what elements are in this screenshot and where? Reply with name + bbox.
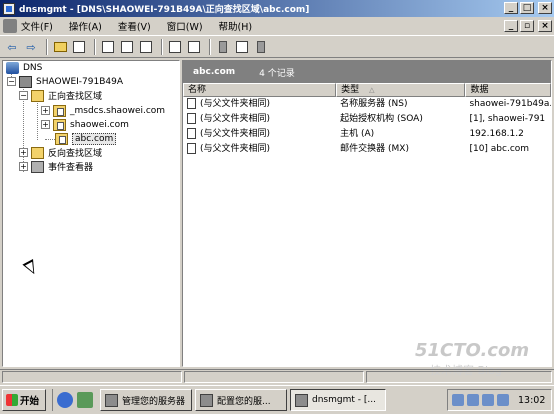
toolbar-separator <box>161 39 163 55</box>
record-icon <box>187 128 196 139</box>
help-icon[interactable] <box>167 39 183 55</box>
taskbar: 开始 管理您的服务器 配置您的服... dnsmgmt - [... 13:02 <box>0 385 554 414</box>
server-icon <box>200 393 213 407</box>
tree-zone-msdcs[interactable]: + _msdcs.shaowei.com <box>41 104 165 117</box>
dns-icon <box>6 61 19 74</box>
record-icon <box>187 98 196 109</box>
folder-icon <box>31 89 44 102</box>
zone-icon <box>55 132 68 145</box>
toolbar-separator <box>94 39 96 55</box>
tree-forward-zones[interactable]: − 正向查找区域 <box>19 89 102 102</box>
table-row[interactable]: (与父文件夹相同) 邮件交换器 (MX) [10] abc.com <box>183 142 551 157</box>
status-cell <box>184 371 364 383</box>
clock[interactable]: 13:02 <box>518 395 545 406</box>
volume-icon[interactable] <box>467 394 479 406</box>
menu-window[interactable]: 窗口(W) <box>167 19 203 33</box>
child-close-button[interactable]: × <box>538 20 552 32</box>
column-header-type[interactable]: 类型 △ <box>336 83 466 97</box>
show-desktop-icon[interactable] <box>77 392 93 408</box>
record-icon <box>187 113 196 124</box>
details-header: abc.com 4 个记录 <box>183 61 551 83</box>
folder-icon <box>31 146 44 159</box>
menu-file[interactable]: 文件(F) <box>21 19 53 33</box>
column-header-name[interactable]: 名称 <box>183 83 337 97</box>
dns-app-icon <box>3 2 15 15</box>
tree-root-dns[interactable]: DNS <box>6 61 42 74</box>
status-cell <box>366 371 552 383</box>
back-arrow-icon[interactable]: ⇦ <box>4 39 20 55</box>
system-tray: 13:02 <box>447 389 552 411</box>
table-row[interactable]: (与父文件夹相同) 主机 (A) 192.168.1.2 <box>183 127 551 142</box>
update-icon[interactable] <box>497 394 509 406</box>
taskbar-button-manage-server[interactable]: 管理您的服务器 <box>100 389 192 411</box>
record-icon[interactable] <box>234 39 250 55</box>
server-icon <box>105 393 118 407</box>
close-button[interactable]: × <box>538 2 552 14</box>
status-cell <box>2 371 182 383</box>
windows-flag-icon <box>6 394 18 406</box>
console-tree[interactable]: DNS − SHAOWEI-791B49A − 正向查找区域 + _msdcs.… <box>2 60 180 367</box>
start-button[interactable]: 开始 <box>2 389 46 411</box>
properties-icon[interactable] <box>100 39 116 55</box>
show-tree-icon[interactable] <box>71 39 87 55</box>
server-icon[interactable] <box>215 39 231 55</box>
security-icon[interactable] <box>482 394 494 406</box>
collapse-toggle[interactable]: − <box>19 91 28 100</box>
expand-toggle[interactable]: + <box>19 162 28 171</box>
event-log-icon <box>31 160 44 173</box>
window-title: dnsmgmt - [DNS\SHAOWEI-791B49A\正向查找区域\ab… <box>19 5 310 15</box>
collapse-toggle[interactable]: − <box>7 77 16 86</box>
record-count: 4 个记录 <box>259 68 295 79</box>
details-pane: abc.com 4 个记录 名称 类型 △ 数据 (与父文件夹相同) 名称服务器 … <box>182 60 552 367</box>
tree-zone-abc-selected[interactable]: abc.com <box>55 132 117 145</box>
menu-help[interactable]: 帮助(H) <box>219 19 253 33</box>
network-icon[interactable] <box>452 394 464 406</box>
tree-zone-shaowei[interactable]: + shaowei.com <box>41 118 129 131</box>
taskbar-button-configure-server[interactable]: 配置您的服... <box>195 389 287 411</box>
dns-icon <box>295 393 308 407</box>
title-bar: dnsmgmt - [DNS\SHAOWEI-791B49A\正向查找区域\ab… <box>0 0 554 17</box>
menu-view[interactable]: 查看(V) <box>118 19 151 33</box>
expand-toggle[interactable]: + <box>41 120 50 129</box>
tree-server[interactable]: − SHAOWEI-791B49A <box>7 75 123 88</box>
export-list-icon[interactable] <box>138 39 154 55</box>
record-icon <box>187 143 196 154</box>
maximize-button[interactable]: □ <box>520 2 534 14</box>
tree-reverse-zones[interactable]: + 反向查找区域 <box>19 146 102 159</box>
sort-ascending-icon: △ <box>369 86 375 94</box>
column-header-data[interactable]: 数据 <box>465 83 551 97</box>
server-icon <box>19 75 32 88</box>
zone-icon <box>53 104 66 117</box>
menu-bar: 文件(F) 操作(A) 查看(V) 窗口(W) 帮助(H) _ ▫ × <box>0 17 554 36</box>
zone-icon <box>53 118 66 131</box>
forward-arrow-icon[interactable]: ⇨ <box>23 39 39 55</box>
show-hide-console-icon[interactable] <box>186 39 202 55</box>
minimize-button[interactable]: _ <box>504 2 518 14</box>
menu-action[interactable]: 操作(A) <box>69 19 102 33</box>
toolbar: ⇦ ⇨ <box>0 37 554 58</box>
domain-icon[interactable] <box>253 39 269 55</box>
expand-toggle[interactable]: + <box>41 106 50 115</box>
toolbar-separator <box>46 39 48 55</box>
mouse-cursor-icon <box>22 259 40 277</box>
child-restore-button[interactable]: ▫ <box>520 20 534 32</box>
column-headers: 名称 类型 △ 数据 <box>183 83 551 97</box>
taskbar-button-dnsmgmt[interactable]: dnsmgmt - [... <box>290 389 386 411</box>
tree-event-viewer[interactable]: + 事件查看器 <box>19 160 93 173</box>
up-folder-icon[interactable] <box>52 39 68 55</box>
status-bar <box>0 369 554 383</box>
zone-name: abc.com <box>193 67 236 77</box>
table-row[interactable]: (与父文件夹相同) 名称服务器 (NS) shaowei-791b49a. <box>183 97 551 112</box>
refresh-icon[interactable] <box>119 39 135 55</box>
expand-toggle[interactable]: + <box>19 148 28 157</box>
child-minimize-button[interactable]: _ <box>504 20 518 32</box>
mmc-icon[interactable] <box>3 19 17 33</box>
toolbar-separator <box>209 39 211 55</box>
watermark-logo: 51CTO.com <box>415 340 530 361</box>
internet-explorer-icon[interactable] <box>57 392 73 408</box>
table-row[interactable]: (与父文件夹相同) 起始授权机构 (SOA) [1], shaowei-791 <box>183 112 551 127</box>
quick-launch <box>52 389 97 411</box>
